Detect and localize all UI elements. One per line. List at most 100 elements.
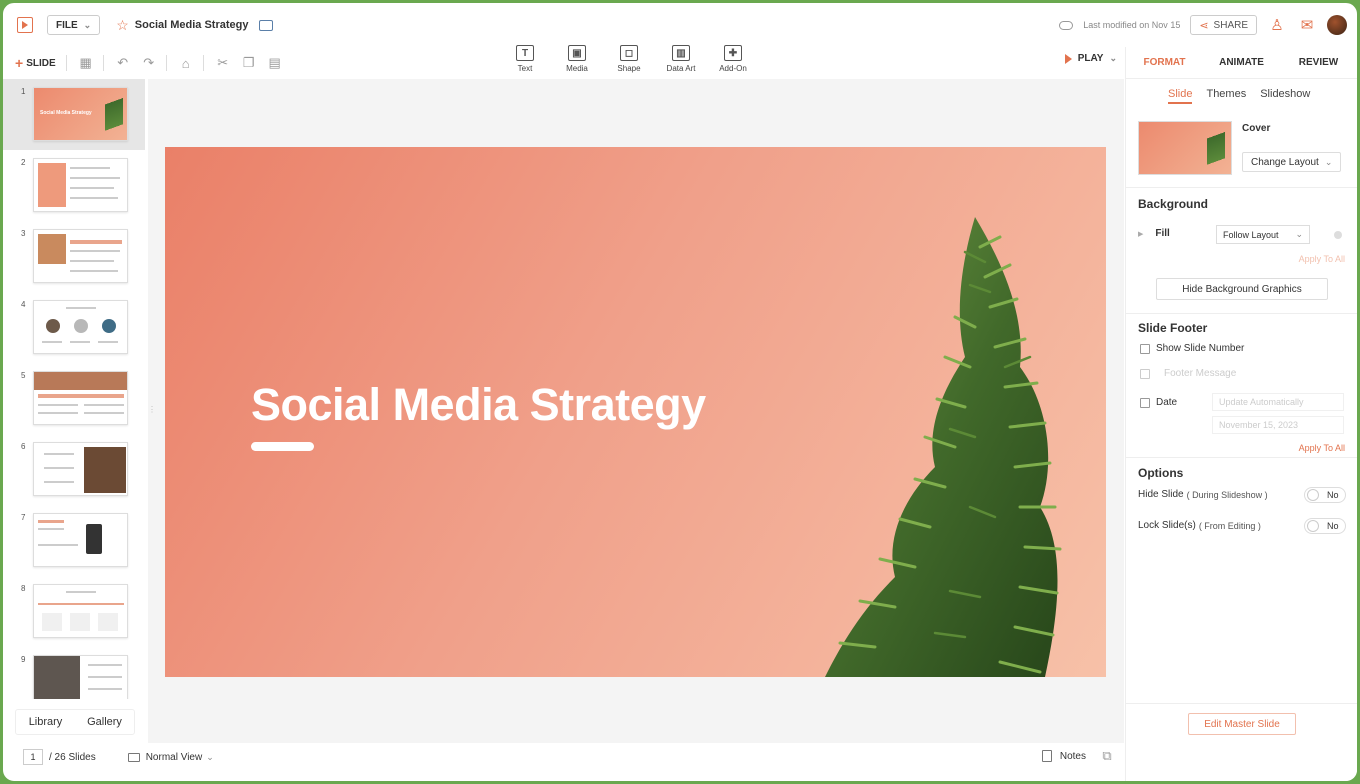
date-format-select[interactable]: November 15, 2023 [1212, 416, 1344, 434]
chevron-down-icon: ⌄ [83, 19, 92, 30]
subtab-slide[interactable]: Slide [1168, 88, 1193, 104]
insert-data-art-label: Data Art [666, 64, 696, 73]
subtab-slideshow[interactable]: Slideshow [1260, 88, 1310, 104]
text-icon: T [516, 45, 534, 61]
fill-select[interactable]: Follow Layout ⌄ [1216, 225, 1310, 244]
star-icon[interactable]: ☆ [116, 17, 129, 34]
redo-icon[interactable]: ↷ [142, 55, 156, 70]
date-mode-select[interactable]: Update Automatically [1212, 393, 1344, 411]
folder-icon[interactable] [258, 19, 273, 31]
slide-preview [33, 584, 128, 638]
last-modified-text[interactable]: Last modified on Nov 15 [1083, 20, 1180, 30]
top-bar: FILE ⌄ ☆ Social Media Strategy Last modi… [3, 3, 1357, 47]
slide-thumbnail[interactable]: 7 [3, 505, 145, 576]
play-icon[interactable] [1064, 53, 1072, 64]
slide-thumbnail[interactable]: 1 Social Media Strategy [3, 79, 145, 150]
apply-to-all-footer-link[interactable]: Apply To All [1299, 443, 1345, 453]
insert-add-on-button[interactable]: ✚ Add-On [716, 45, 750, 73]
slide-number: 5 [21, 371, 26, 380]
slide-thumbnail[interactable]: 2 [3, 150, 145, 221]
panel-resize-handle[interactable]: ⋮ [148, 405, 156, 414]
reset-icon[interactable] [1334, 231, 1342, 239]
undo-icon[interactable]: ↶ [116, 55, 130, 70]
change-layout-dropdown[interactable]: Change Layout ⌄ [1242, 152, 1342, 172]
apply-to-all-background-link[interactable]: Apply To All [1299, 254, 1345, 264]
edit-master-slide-button[interactable]: Edit Master Slide [1188, 713, 1296, 735]
plant-image[interactable] [805, 207, 1105, 677]
hide-bg-label: Hide Background Graphics [1182, 283, 1302, 295]
layout-icon[interactable]: ▦ [79, 55, 93, 70]
user-avatar[interactable] [1327, 15, 1347, 35]
slide-thumbnail[interactable]: 8 [3, 576, 145, 647]
share-button[interactable]: ⋖ SHARE [1190, 15, 1257, 35]
tab-format[interactable]: FORMAT [1126, 47, 1203, 78]
lock-slide-toggle[interactable]: No [1304, 517, 1346, 534]
cut-icon[interactable]: ✂ [216, 55, 230, 70]
add-slide-label: SLIDE [26, 57, 56, 69]
shape-icon: ◻ [620, 45, 638, 61]
slide-canvas-area[interactable]: Social Media Strategy [148, 79, 1124, 743]
play-options-chevron-icon[interactable]: ⌄ [1109, 53, 1117, 64]
show-slide-number-checkbox[interactable]: Show Slide Number [1140, 343, 1244, 354]
options-section-title: Options [1138, 466, 1184, 480]
hide-background-graphics-button[interactable]: Hide Background Graphics [1156, 278, 1328, 300]
gallery-tab[interactable]: Gallery [75, 710, 134, 734]
main-toolbar: + SLIDE ▦ ↶ ↷ ⌂ ✂ ❐ ▤ T Text ▣ Media ◻ S… [3, 45, 1123, 79]
mail-icon[interactable]: ✉ [1297, 16, 1317, 34]
library-tab[interactable]: Library [16, 710, 75, 734]
slide-thumbnail[interactable]: 9 [3, 647, 145, 699]
add-slide-button[interactable]: + SLIDE [15, 55, 56, 71]
change-layout-label: Change Layout [1251, 156, 1319, 168]
title-underline-shape[interactable] [251, 442, 314, 451]
current-page-input[interactable]: 1 [23, 749, 43, 765]
current-slide[interactable]: Social Media Strategy [165, 147, 1106, 677]
tab-review[interactable]: REVIEW [1280, 47, 1357, 78]
insert-media-button[interactable]: ▣ Media [560, 45, 594, 73]
slide-title-text[interactable]: Social Media Strategy [251, 379, 706, 431]
hide-slide-toggle[interactable]: No [1304, 486, 1346, 503]
insert-shape-button[interactable]: ◻ Shape [612, 45, 646, 73]
view-mode-dropdown[interactable]: Normal View [146, 752, 203, 763]
layout-preview[interactable] [1138, 121, 1232, 175]
slide-thumbnail[interactable]: 4 [3, 292, 145, 363]
layout-name: Cover [1242, 123, 1271, 134]
plus-icon: + [15, 55, 24, 71]
grid-view-icon[interactable]: ⧉ [1100, 748, 1114, 763]
file-menu-label: FILE [56, 19, 78, 31]
play-controls: PLAY ⌄ [1064, 53, 1117, 64]
footer-message-checkbox[interactable]: Footer Message [1140, 368, 1236, 379]
notes-icon[interactable] [1041, 750, 1052, 762]
play-button[interactable]: PLAY [1078, 53, 1104, 64]
format-painter-icon[interactable]: ⌂ [179, 56, 193, 71]
insert-data-art-button[interactable]: ▥ Data Art [664, 45, 698, 73]
footer-message-input[interactable]: Footer Message [1164, 368, 1236, 379]
toolbar-divider [65, 55, 67, 71]
checkbox[interactable] [1140, 343, 1150, 354]
date-checkbox[interactable]: Date [1140, 397, 1177, 408]
notes-controls: Notes ⧉ [1041, 748, 1114, 763]
subtab-themes[interactable]: Themes [1206, 88, 1246, 104]
app-logo-icon[interactable] [17, 17, 33, 33]
hide-slide-label: Hide Slide [1138, 489, 1184, 500]
insert-shape-label: Shape [617, 64, 641, 73]
paste-icon[interactable]: ▤ [268, 55, 282, 70]
slide-thumbnail[interactable]: 5 [3, 363, 145, 434]
slide-footer-section-title: Slide Footer [1138, 321, 1208, 335]
slide-thumbnail[interactable]: 3 [3, 221, 145, 292]
checkbox[interactable] [1140, 368, 1150, 379]
insert-text-button[interactable]: T Text [508, 45, 542, 73]
chevron-down-icon: ⌄ [1295, 229, 1303, 239]
tab-animate[interactable]: ANIMATE [1203, 47, 1280, 78]
collaborator-icon[interactable]: ♙ [1267, 16, 1287, 34]
checkbox[interactable] [1140, 397, 1150, 408]
file-menu-button[interactable]: FILE ⌄ [47, 15, 101, 35]
slide-thumbnail[interactable]: 6 [3, 434, 145, 505]
expand-caret-icon[interactable]: ▶ [1138, 230, 1143, 238]
date-format-value: November 15, 2023 [1219, 420, 1299, 430]
notes-button[interactable]: Notes [1060, 751, 1086, 762]
chevron-down-icon[interactable]: ⌄ [206, 752, 214, 763]
section-divider [1126, 703, 1357, 704]
document-title[interactable]: Social Media Strategy [135, 19, 249, 31]
copy-icon[interactable]: ❐ [242, 55, 256, 70]
section-divider [1126, 187, 1357, 188]
